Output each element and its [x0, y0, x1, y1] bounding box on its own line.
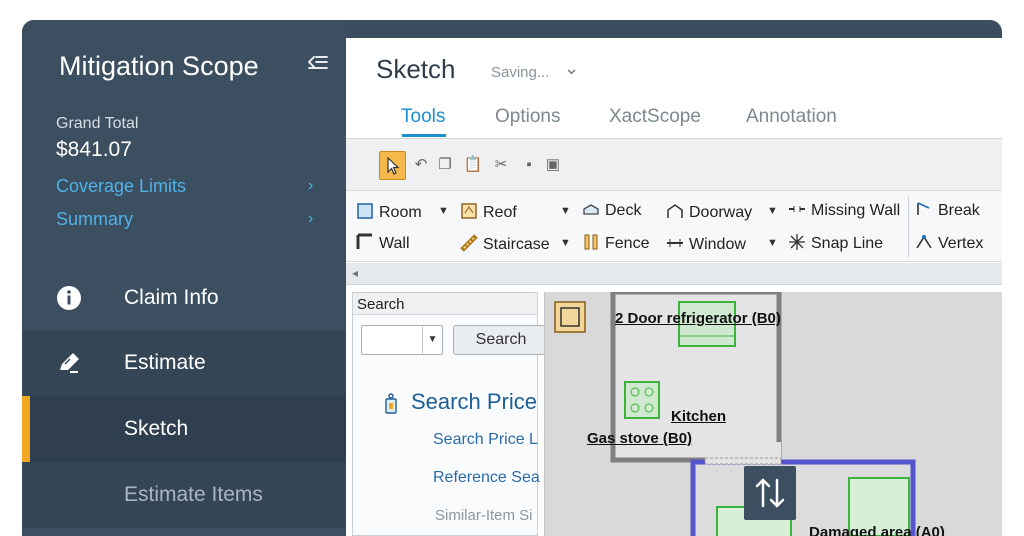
damaged-area-label: Damaged area (A0): [809, 524, 945, 536]
active-indicator: [22, 396, 30, 462]
sort-arrows-button[interactable]: [744, 466, 796, 520]
paste-icon[interactable]: 📋: [462, 153, 484, 177]
summary-link[interactable]: Summary: [56, 209, 133, 230]
arrow-left-icon[interactable]: ◂: [352, 266, 358, 280]
chevron-down-icon[interactable]: ▼: [560, 237, 571, 249]
tab-options[interactable]: Options: [495, 106, 560, 128]
edit-pencil-icon: [60, 353, 79, 373]
cut-icon[interactable]: ✂: [490, 153, 512, 177]
gas-stove-label: Gas stove (B0): [587, 430, 693, 447]
snap-line-icon: [789, 234, 805, 250]
nav-label: Estimate: [124, 351, 206, 374]
vertex-icon: [916, 235, 932, 249]
wall-icon: [356, 233, 372, 249]
search-price-link[interactable]: Search Price L: [433, 431, 538, 449]
doorway-tool[interactable]: Doorway: [666, 202, 752, 222]
undo-icon[interactable]: ↶: [410, 153, 432, 177]
chevron-down-icon[interactable]: ▼: [438, 205, 449, 217]
panel-splitter[interactable]: ◂: [346, 263, 1002, 285]
roof-icon: [461, 203, 477, 219]
coverage-limits-link[interactable]: Coverage Limits: [56, 176, 186, 197]
search-button[interactable]: Search: [453, 325, 549, 355]
save-status: Saving...: [491, 64, 550, 81]
tab-annotation[interactable]: Annotation: [746, 106, 837, 128]
fence-icon: [584, 234, 598, 250]
tab-tools[interactable]: Tools: [401, 106, 445, 128]
window-tool[interactable]: Window: [666, 234, 746, 254]
nav-item-sketch[interactable]: Sketch: [22, 396, 346, 462]
active-tab-underline: [402, 134, 446, 137]
window-icon: [667, 239, 683, 247]
kitchen-label: Kitchen: [671, 408, 727, 425]
chevron-right-icon[interactable]: ›: [308, 177, 313, 195]
collapse-menu-icon[interactable]: [305, 50, 331, 76]
tab-bar: Tools Options XactScope Annotation: [346, 106, 1002, 137]
sketch-ribbon: Room ▼ Reof ▼ Deck Doorway ▼ Missing Wal…: [346, 190, 1002, 262]
tab-xactscope[interactable]: XactScope: [609, 106, 701, 128]
grand-total-label: Grand Total: [56, 115, 139, 132]
nav-label: Estimate Items: [124, 483, 263, 506]
deck-tool[interactable]: Deck: [582, 200, 641, 220]
wall-tool[interactable]: Wall: [356, 233, 410, 253]
ribbon-divider: [908, 197, 909, 257]
snap-line-tool[interactable]: Snap Line: [788, 233, 883, 253]
grand-total-value: $841.07: [56, 138, 132, 161]
paint-icon[interactable]: ▣: [542, 153, 564, 177]
main-panel: Sketch Saving... ⌄ Tools Options XactSco…: [346, 38, 1002, 536]
copy-icon[interactable]: ❐: [434, 153, 456, 177]
chevron-down-icon[interactable]: ▼: [767, 205, 778, 217]
chevron-right-icon[interactable]: ›: [308, 210, 313, 228]
vertex-tool[interactable]: Vertex: [915, 233, 983, 253]
doorway-icon: [667, 204, 683, 218]
nav-label: Sketch: [124, 417, 189, 440]
info-icon: [57, 286, 81, 310]
refrigerator-label: 2 Door refrigerator (B0): [615, 310, 781, 327]
sidebar: Mitigation Scope Grand Total $841.07 Cov…: [22, 20, 346, 536]
staircase-tool[interactable]: Staircase: [460, 234, 550, 254]
sidebar-title: Mitigation Scope: [59, 51, 259, 81]
select-arrow-icon[interactable]: [379, 151, 406, 180]
roof-tool[interactable]: Reof: [460, 202, 517, 222]
break-tool[interactable]: Break: [915, 200, 980, 220]
similar-item-link[interactable]: Similar-Item Si: [435, 507, 533, 524]
gas-stove-item: [624, 381, 660, 419]
chevron-down-icon[interactable]: ▼: [767, 237, 778, 249]
deck-icon: [583, 204, 599, 215]
chevron-down-icon[interactable]: ▼: [560, 205, 571, 217]
price-tag-icon: [385, 393, 397, 414]
sort-arrows-icon: [755, 478, 785, 508]
search-price-heading: Search Price: [411, 389, 537, 414]
page-title: Sketch: [376, 54, 456, 84]
nav-item-estimate[interactable]: Estimate: [22, 330, 346, 396]
nav-item-estimate-items[interactable]: Estimate Items: [22, 462, 346, 528]
missing-wall-icon: [789, 206, 805, 212]
search-panel: Search ▼ Search Search Price Search Pric…: [352, 292, 549, 536]
reference-search-link[interactable]: Reference Sea: [433, 469, 540, 487]
nav-label: Claim Info: [124, 286, 219, 309]
layer-icon: [554, 301, 586, 333]
toolbar: ↶ ❐ 📋 ✂ ▪ ▣: [346, 138, 1002, 190]
stamp-icon[interactable]: ▪: [518, 153, 540, 177]
missing-wall-tool[interactable]: Missing Wall: [788, 200, 900, 220]
fence-tool[interactable]: Fence: [582, 233, 649, 253]
app-window: Mitigation Scope Grand Total $841.07 Cov…: [22, 20, 1002, 536]
chevron-down-icon[interactable]: ⌄: [564, 58, 579, 79]
room-icon: [357, 203, 373, 219]
chevron-down-icon[interactable]: ▼: [422, 326, 442, 354]
search-panel-header: Search: [353, 293, 537, 315]
break-icon: [917, 202, 930, 215]
staircase-icon: [460, 234, 478, 252]
room-tool[interactable]: Room: [356, 202, 422, 222]
nav-item-claim-info[interactable]: Claim Info: [22, 265, 346, 331]
search-category-select[interactable]: ▼: [361, 325, 443, 355]
